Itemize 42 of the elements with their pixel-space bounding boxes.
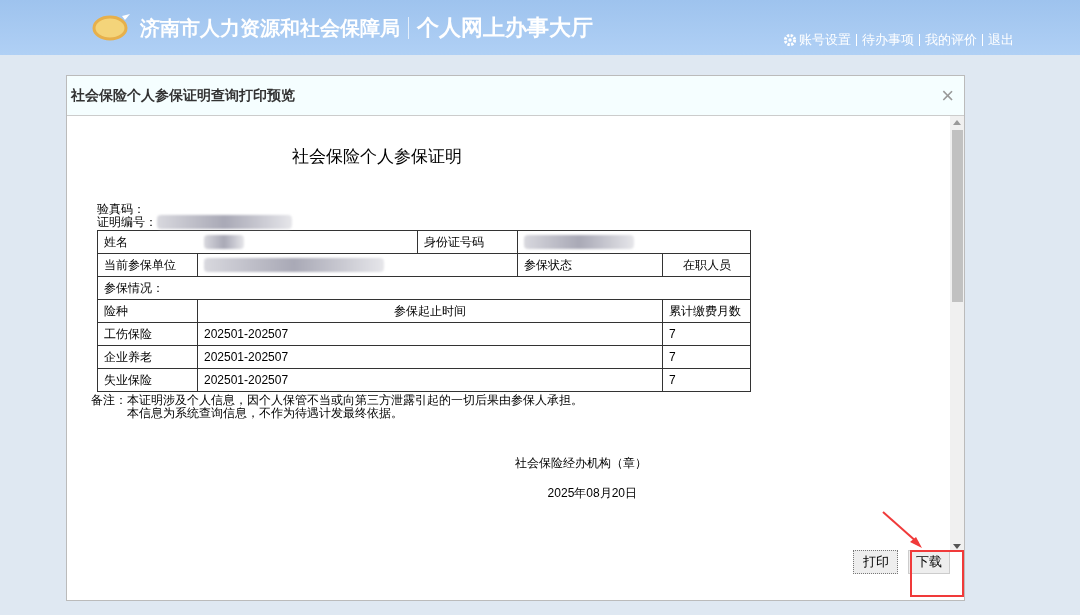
table-cell: 失业保险	[104, 372, 152, 387]
table-cell: 7	[669, 326, 676, 341]
table-cell: 7	[669, 349, 676, 364]
table-cell: 7	[669, 372, 676, 387]
scroll-up-icon	[953, 120, 961, 126]
table-cell: 工伤保险	[104, 326, 152, 341]
note-label: 备注：	[91, 393, 127, 409]
field-label: 姓名	[104, 234, 128, 249]
close-button[interactable]: ×	[941, 84, 954, 107]
highlight-frame	[910, 550, 964, 597]
cert-number-label: 证明编号：	[97, 215, 157, 228]
table-cell: 202501-202507	[204, 326, 289, 341]
print-button[interactable]: 打印	[853, 550, 898, 574]
note-text: 本信息为系统查询信息，不作为待遇计发最终依据。	[127, 406, 403, 420]
table-cell: 202501-202507	[204, 372, 289, 387]
header-link[interactable]: 账号设置	[799, 29, 851, 50]
field-label: 身份证号码	[424, 234, 485, 249]
org-title: 济南市人力资源和社会保障局	[140, 15, 400, 41]
table-cell: 202501-202507	[204, 349, 289, 364]
dialog-title: 社会保险个人参保证明查询打印预览	[71, 86, 295, 105]
header-link[interactable]: 退出	[988, 29, 1014, 50]
field-label: 参保状态	[524, 257, 573, 272]
scroll-down-icon	[953, 544, 961, 550]
gear-icon	[783, 32, 797, 47]
issuer-text: 社会保险经办机构（章）	[515, 454, 647, 472]
column-header: 参保起止时间	[394, 303, 466, 318]
table-cell: 企业养老	[104, 349, 152, 364]
header-link[interactable]: 待办事项	[862, 29, 914, 50]
logo-icon	[92, 13, 132, 42]
header-link[interactable]: 我的评价	[925, 29, 977, 50]
column-header: 险种	[104, 303, 128, 318]
hall-title: 个人网上办事大厅	[417, 14, 593, 42]
field-value: 在职人员	[682, 257, 731, 272]
annotation-arrow	[880, 510, 924, 550]
column-header: 累计缴费月数	[669, 303, 741, 318]
field-label: 当前参保单位	[104, 257, 176, 272]
verify-code-label: 验真码：	[97, 202, 145, 215]
document-heading: 社会保险个人参保证明	[291, 146, 463, 168]
issue-date: 2025年08月20日	[547, 484, 637, 502]
note-text: 本证明涉及个人信息，因个人保管不当或向第三方泄露引起的一切后果由参保人承担。	[127, 393, 583, 407]
redacted-blur	[203, 234, 244, 249]
section-label: 参保情况：	[104, 280, 164, 295]
